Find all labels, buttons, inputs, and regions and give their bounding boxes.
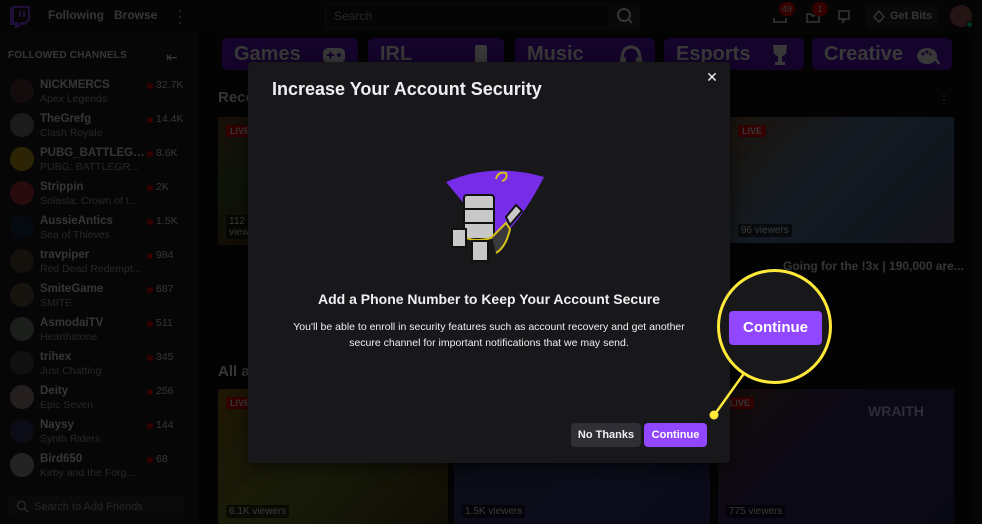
no-thanks-button[interactable]: No Thanks [571, 423, 641, 447]
close-icon[interactable]: ✕ [704, 69, 720, 85]
modal-title: Increase Your Account Security [272, 79, 542, 99]
knight-illustration-icon [446, 170, 544, 262]
callout-continue-label: Continue [729, 311, 822, 345]
callout-magnifier: Continue [717, 269, 832, 384]
modal-heading: Add a Phone Number to Keep Your Account … [317, 291, 660, 307]
account-security-modal: Increase Your Account Security ✕ Add a P… [248, 62, 730, 463]
modal-body-text: You'll be able to enroll in security fea… [293, 321, 685, 349]
continue-button[interactable]: Continue [644, 423, 707, 447]
twitch-page: Following Browse ··· Search 49 1 [0, 0, 982, 524]
